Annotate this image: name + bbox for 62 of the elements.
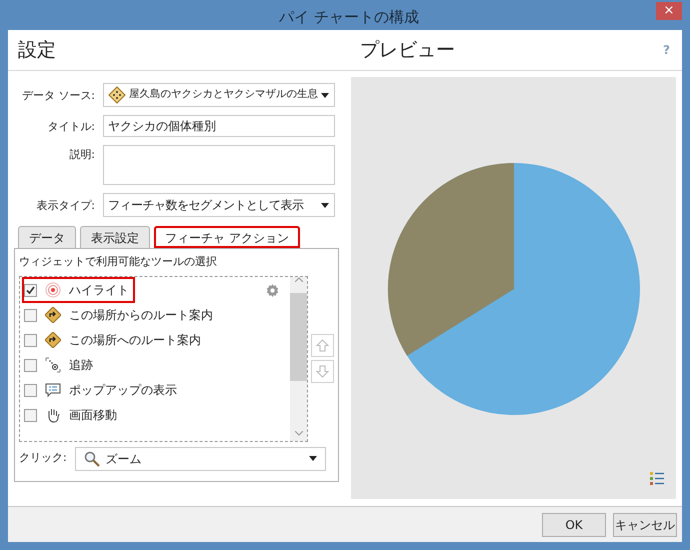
dropdown-caret-icon: [321, 92, 329, 98]
arrow-down-icon: [316, 364, 329, 378]
tool-label: 追跡: [69, 357, 93, 374]
window-title: パイ チャートの構成: [279, 7, 419, 28]
click-label: クリック:: [19, 450, 67, 466]
dropdown-value: 屋久島のヤクシカとヤクシマザルの生息: [129, 87, 318, 102]
dropdown-caret-icon: [309, 456, 317, 461]
scroll-down-icon[interactable]: [294, 430, 302, 436]
scrollbar[interactable]: [290, 276, 307, 440]
scroll-up-icon[interactable]: [294, 276, 302, 282]
tools-caption: ウィジェットで利用可能なツールの選択: [19, 254, 218, 270]
popup-icon: [45, 382, 61, 398]
dropdown[interactable]: 屋久島のヤクシカとヤクシマザルの生息: [103, 83, 335, 107]
checkmark-icon: [26, 286, 35, 294]
preview-heading: プレビュー: [359, 38, 456, 63]
tool-list-item[interactable]: 追跡: [24, 354, 97, 376]
track-icon: [45, 357, 61, 373]
legend-icon[interactable]: [650, 471, 664, 487]
tool-label: この場所からのルート案内: [69, 307, 213, 324]
dialog-button[interactable]: キャンセル: [613, 512, 677, 536]
layer-icon: [108, 86, 126, 104]
move-down-button[interactable]: [311, 360, 334, 382]
tab[interactable]: 表示設定: [80, 226, 150, 248]
tool-list-item[interactable]: ポップアップの表示: [24, 379, 181, 401]
dropdown-value: ズーム: [106, 450, 143, 468]
tool-label: ハイライト: [69, 282, 129, 299]
text-area[interactable]: [103, 145, 335, 185]
magnifier-icon: [84, 450, 100, 466]
tool-label: この場所へのルート案内: [69, 332, 201, 349]
scrollbar-thumb[interactable]: [290, 292, 307, 380]
tool-list-item[interactable]: 画面移動: [24, 404, 121, 426]
target-icon: [45, 282, 61, 298]
tab[interactable]: フィーチャ アクション: [154, 226, 300, 248]
settings-heading: 設定: [17, 38, 57, 63]
tool-list-item[interactable]: ハイライト: [24, 279, 133, 301]
tab[interactable]: データ: [18, 226, 76, 248]
dialog-button[interactable]: OK: [542, 512, 606, 536]
arrow-up-icon: [316, 338, 329, 352]
click-dropdown[interactable]: ズーム: [74, 446, 326, 470]
checkbox[interactable]: [24, 358, 37, 372]
field-label: データ ソース:: [20, 88, 95, 104]
tool-label: ポップアップの表示: [69, 382, 177, 399]
field-label: タイトル:: [46, 118, 95, 135]
move-up-button[interactable]: [311, 334, 334, 356]
dropdown[interactable]: フィーチャ数をセグメントとして表示: [103, 193, 335, 217]
settings-icon[interactable]: [265, 282, 280, 298]
field-label: 説明:: [68, 147, 95, 163]
dropdown-caret-icon: [321, 202, 329, 208]
checkbox[interactable]: [24, 384, 37, 396]
tool-list-item[interactable]: この場所へのルート案内: [24, 329, 205, 351]
dropdown-value: フィーチャ数をセグメントとして表示: [108, 197, 304, 214]
tool-list-item[interactable]: この場所からのルート案内: [24, 304, 217, 326]
checkbox[interactable]: [24, 308, 37, 322]
tool-label: 画面移動: [69, 407, 117, 424]
checkbox[interactable]: [24, 408, 37, 422]
close-button[interactable]: ×: [656, 2, 682, 20]
route-sign-icon: [45, 307, 61, 323]
checkbox[interactable]: [24, 284, 37, 296]
field-label: 表示タイプ:: [35, 198, 95, 214]
checkbox[interactable]: [24, 334, 37, 346]
text-field[interactable]: ヤクシカの個体種別: [103, 115, 335, 137]
route-sign-icon: [45, 332, 61, 348]
